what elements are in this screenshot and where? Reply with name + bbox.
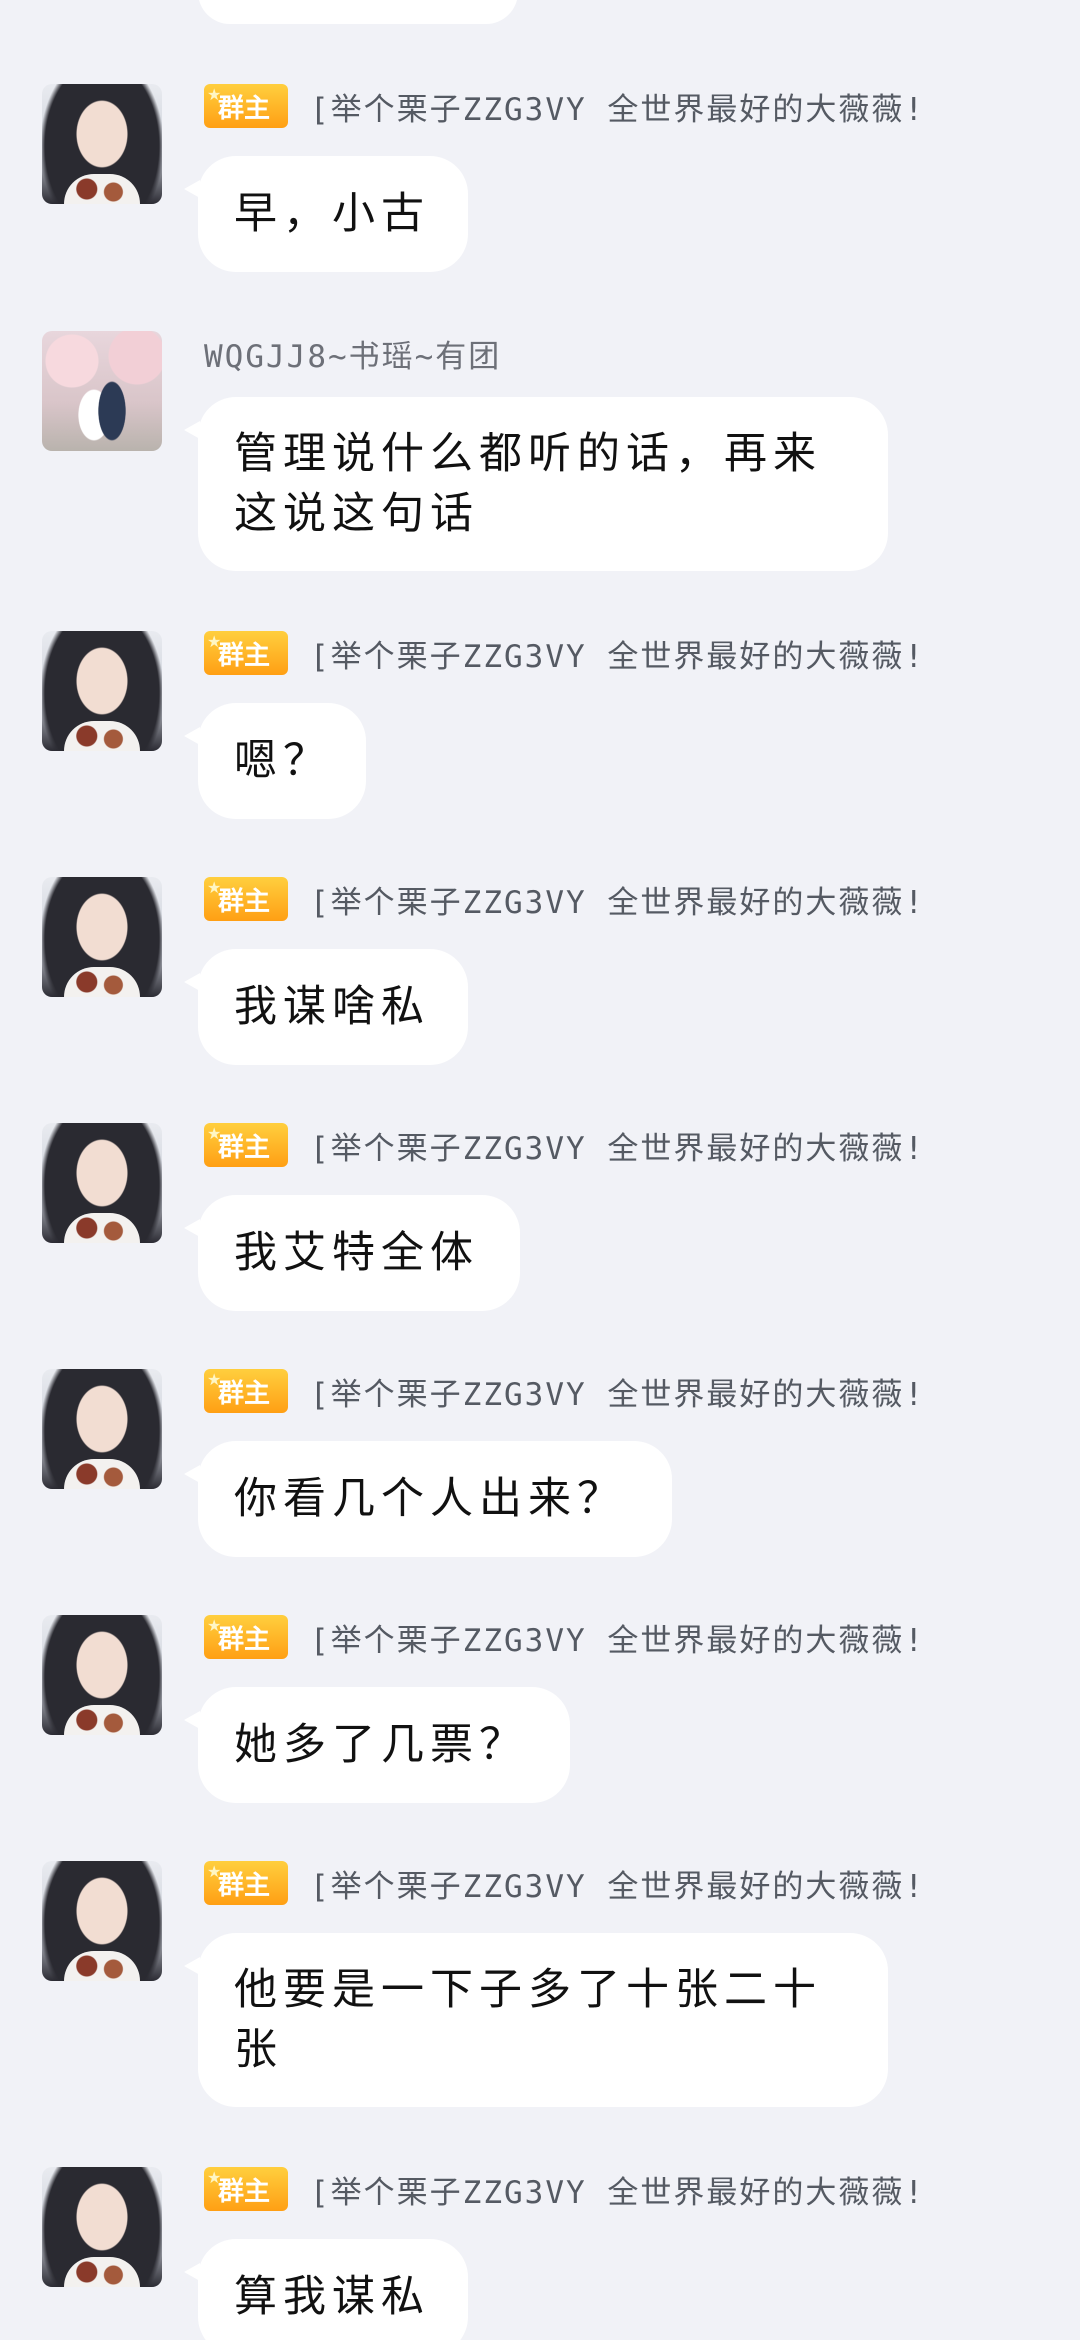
star-icon: ★	[207, 878, 222, 897]
star-icon: ★	[207, 1124, 222, 1143]
sender-name[interactable]: [举个栗子ZZG3VY 全世界最好的大薇薇!	[310, 1123, 925, 1168]
message-text: 早，小古	[234, 189, 430, 239]
badge-label: 群主	[218, 1870, 271, 1901]
group-owner-badge: ★ 群主	[204, 877, 289, 921]
message-meta: ★ 群主 [举个栗子ZZG3VY 全世界最好的大薇薇!	[204, 1615, 925, 1659]
owner-avatar[interactable]	[42, 1615, 162, 1735]
badge-label: 群主	[218, 2176, 271, 2207]
message-text: 她多了几票？	[234, 1720, 528, 1770]
message-bubble[interactable]: 嗯？	[184, 703, 366, 819]
owner-avatar[interactable]	[42, 877, 162, 997]
message-meta: ★ 群主 [举个栗子ZZG3VY 全世界最好的大薇薇!	[204, 631, 925, 675]
message-meta: ★ 群主 [举个栗子ZZG3VY 全世界最好的大薇薇!	[204, 84, 925, 128]
message-text: 我艾特全体	[234, 1228, 479, 1278]
message-text: 管理说什么都听的话，再来这说这句话	[234, 429, 822, 539]
badge-label: 群主	[218, 93, 271, 124]
group-owner-badge: ★ 群主	[204, 84, 289, 128]
star-icon: ★	[207, 1370, 222, 1389]
message-text: 算我谋私	[234, 2272, 430, 2322]
message-text: 你看几个人出来？	[234, 1474, 626, 1524]
group-owner-badge: ★ 群主	[204, 1123, 289, 1167]
member-avatar[interactable]	[42, 331, 162, 451]
star-icon: ★	[207, 632, 222, 651]
message-bubble[interactable]: 他要是一下子多了十张二十张	[184, 1933, 888, 2107]
message-bubble[interactable]: 我艾特全体	[184, 1195, 520, 1311]
owner-avatar[interactable]	[42, 631, 162, 751]
badge-label: 群主	[218, 1378, 271, 1409]
group-owner-badge: ★ 群主	[204, 1615, 289, 1659]
badge-label: 群主	[218, 640, 271, 671]
owner-avatar[interactable]	[42, 2167, 162, 2287]
message-meta: ★ 群主 [举个栗子ZZG3VY 全世界最好的大薇薇!	[204, 1369, 925, 1413]
message-text: 我谋啥私	[234, 982, 430, 1032]
owner-avatar[interactable]	[42, 1861, 162, 1981]
message-bubble[interactable]: 她多了几票？	[184, 1687, 570, 1803]
group-owner-badge: ★ 群主	[204, 631, 289, 675]
badge-label: 群主	[218, 886, 271, 917]
sender-name[interactable]: [举个栗子ZZG3VY 全世界最好的大薇薇!	[310, 1615, 925, 1660]
message-bubble[interactable]: 早，小古	[184, 156, 468, 272]
sender-name[interactable]: [举个栗子ZZG3VY 全世界最好的大薇薇!	[310, 631, 925, 676]
owner-avatar[interactable]	[42, 1369, 162, 1489]
message-text: 嗯？	[234, 736, 332, 786]
sender-name[interactable]: [举个栗子ZZG3VY 全世界最好的大薇薇!	[310, 2167, 925, 2212]
sender-name[interactable]: [举个栗子ZZG3VY 全世界最好的大薇薇!	[310, 1861, 925, 1906]
group-owner-badge: ★ 群主	[204, 1369, 289, 1413]
message-meta: ★ 群主 [举个栗子ZZG3VY 全世界最好的大薇薇!	[204, 1123, 925, 1167]
message-text: 他要是一下子多了十张二十张	[234, 1965, 822, 2075]
badge-label: 群主	[218, 1132, 271, 1163]
star-icon: ★	[207, 2168, 222, 2187]
message-meta: ★ 群主 [举个栗子ZZG3VY 全世界最好的大薇薇!	[204, 1861, 925, 1905]
message-bubble[interactable]: 管理说什么都听的话，再来这说这句话	[184, 397, 888, 571]
star-icon: ★	[207, 1616, 222, 1635]
sender-name[interactable]: [举个栗子ZZG3VY 全世界最好的大薇薇!	[310, 1369, 925, 1414]
star-icon: ★	[207, 1862, 222, 1881]
sender-name[interactable]: [举个栗子ZZG3VY 全世界最好的大薇薇!	[310, 84, 925, 129]
previous-message-bubble[interactable]	[198, 0, 518, 24]
message-bubble[interactable]: 算我谋私	[184, 2239, 468, 2340]
chat-message-list[interactable]: ★ 群主 [举个栗子ZZG3VY 全世界最好的大薇薇! 早，小古 WQGJJ8~…	[0, 0, 1080, 2340]
message-meta: WQGJJ8~书瑶~有团	[204, 331, 501, 375]
message-meta: ★ 群主 [举个栗子ZZG3VY 全世界最好的大薇薇!	[204, 877, 925, 921]
message-meta: ★ 群主 [举个栗子ZZG3VY 全世界最好的大薇薇!	[204, 2167, 925, 2211]
sender-name[interactable]: [举个栗子ZZG3VY 全世界最好的大薇薇!	[310, 877, 925, 922]
star-icon: ★	[207, 85, 222, 104]
owner-avatar[interactable]	[42, 1123, 162, 1243]
group-owner-badge: ★ 群主	[204, 2167, 289, 2211]
message-bubble[interactable]: 你看几个人出来？	[184, 1441, 672, 1557]
sender-name[interactable]: WQGJJ8~书瑶~有团	[204, 331, 501, 376]
owner-avatar[interactable]	[42, 84, 162, 204]
group-owner-badge: ★ 群主	[204, 1861, 289, 1905]
message-bubble[interactable]: 我谋啥私	[184, 949, 468, 1065]
badge-label: 群主	[218, 1624, 271, 1655]
